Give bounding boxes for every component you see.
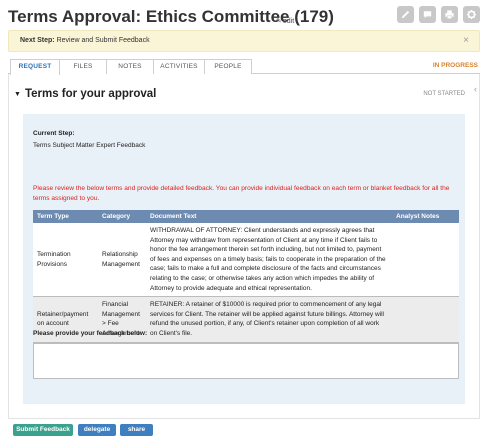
analyst-notes-cell [392, 296, 459, 343]
section-title: Terms for your approval [24, 88, 157, 100]
column-header: Category [98, 210, 146, 223]
next-step-text: Next Step: Review and Submit Feedback [20, 37, 150, 44]
column-header: Analyst Notes [392, 210, 459, 223]
tab-activities[interactable]: ACTIVITIES [153, 59, 205, 74]
review-panel: Current Step: Terms Subject Matter Exper… [23, 114, 465, 404]
next-step-banner: Next Step: Review and Submit Feedback × [8, 30, 480, 52]
tab-request[interactable]: REQUEST [10, 59, 60, 75]
terms-section: ▼ Terms for your approval NOT STARTED ‹ C… [8, 74, 480, 418]
print-icon[interactable] [441, 6, 458, 23]
toolbar [397, 6, 480, 23]
tab-files[interactable]: FILES [59, 59, 107, 74]
share-button[interactable]: share [120, 424, 153, 436]
caret-down-icon: ▼ [14, 91, 21, 98]
terms-table: Term Type Category Document Text Analyst… [33, 210, 459, 343]
chevron-left-icon[interactable]: ‹ [474, 84, 477, 94]
table-header-row: Term Type Category Document Text Analyst… [33, 210, 459, 223]
term-type-cell: Termination Provisions [33, 223, 98, 298]
comment-icon[interactable] [419, 6, 436, 23]
feedback-input[interactable] [33, 343, 459, 379]
column-header: Document Text [146, 210, 392, 223]
tab-notes[interactable]: NOTES [106, 59, 154, 74]
next-step-label: Next Step: [20, 37, 55, 44]
submit-feedback-button[interactable]: Submit Feedback [13, 424, 73, 436]
column-header: Term Type [33, 210, 98, 223]
status-badge: IN PROGRESS [432, 62, 478, 69]
current-step-label: Current Step: [33, 130, 75, 137]
next-step-value: Review and Submit Feedback [56, 37, 150, 44]
current-step-value: Terms Subject Matter Expert Feedback [33, 142, 146, 149]
edit-pencil-icon: ✎ [276, 18, 282, 25]
document-text-cell: RETAINER: A retainer of $10000 is requir… [146, 296, 392, 343]
tab-bar: REQUEST FILES NOTES ACTIVITIES PEOPLE IN… [8, 59, 480, 75]
document-text-cell: WITHDRAWAL OF ATTORNEY: Client understan… [146, 223, 392, 298]
close-icon[interactable]: × [463, 35, 469, 46]
instruction-text: Please review the below terms and provid… [33, 185, 450, 202]
pencil-icon[interactable] [397, 6, 414, 23]
delegate-button[interactable]: delegate [78, 424, 116, 436]
category-cell: Relationship Management [98, 223, 146, 298]
analyst-notes-cell [392, 223, 459, 298]
edit-label: edit [282, 18, 295, 25]
section-header[interactable]: ▼ Terms for your approval [14, 88, 156, 100]
action-bar: Submit Feedback delegate share [8, 418, 480, 438]
feedback-label: Please provide your feedback below: [33, 330, 148, 337]
page-header: Terms Approval: Ethics Committee (179) ✎… [8, 6, 480, 30]
section-state: NOT STARTED [423, 91, 465, 97]
tab-people[interactable]: PEOPLE [204, 59, 252, 74]
table-row: Termination Provisions Relationship Mana… [33, 223, 459, 298]
gear-icon[interactable] [463, 6, 480, 23]
edit-link[interactable]: ✎edit [276, 17, 294, 25]
